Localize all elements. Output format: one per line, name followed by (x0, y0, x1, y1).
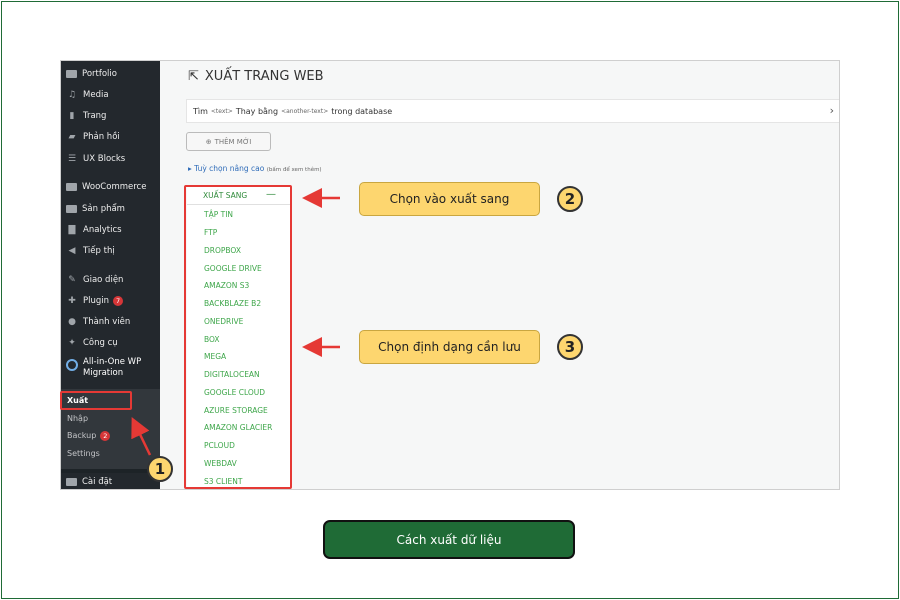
step-number-3: 3 (557, 334, 583, 360)
annotation-arrows (131, 188, 340, 456)
callout-step2: Chọn vào xuất sang (359, 182, 540, 216)
step-number-2: 2 (557, 186, 583, 212)
caption-banner: Cách xuất dữ liệu (323, 520, 575, 559)
callout-step3: Chọn định dạng cần lưu (359, 330, 540, 364)
arrow-step1 (131, 416, 152, 456)
step-number-1: 1 (147, 456, 173, 482)
